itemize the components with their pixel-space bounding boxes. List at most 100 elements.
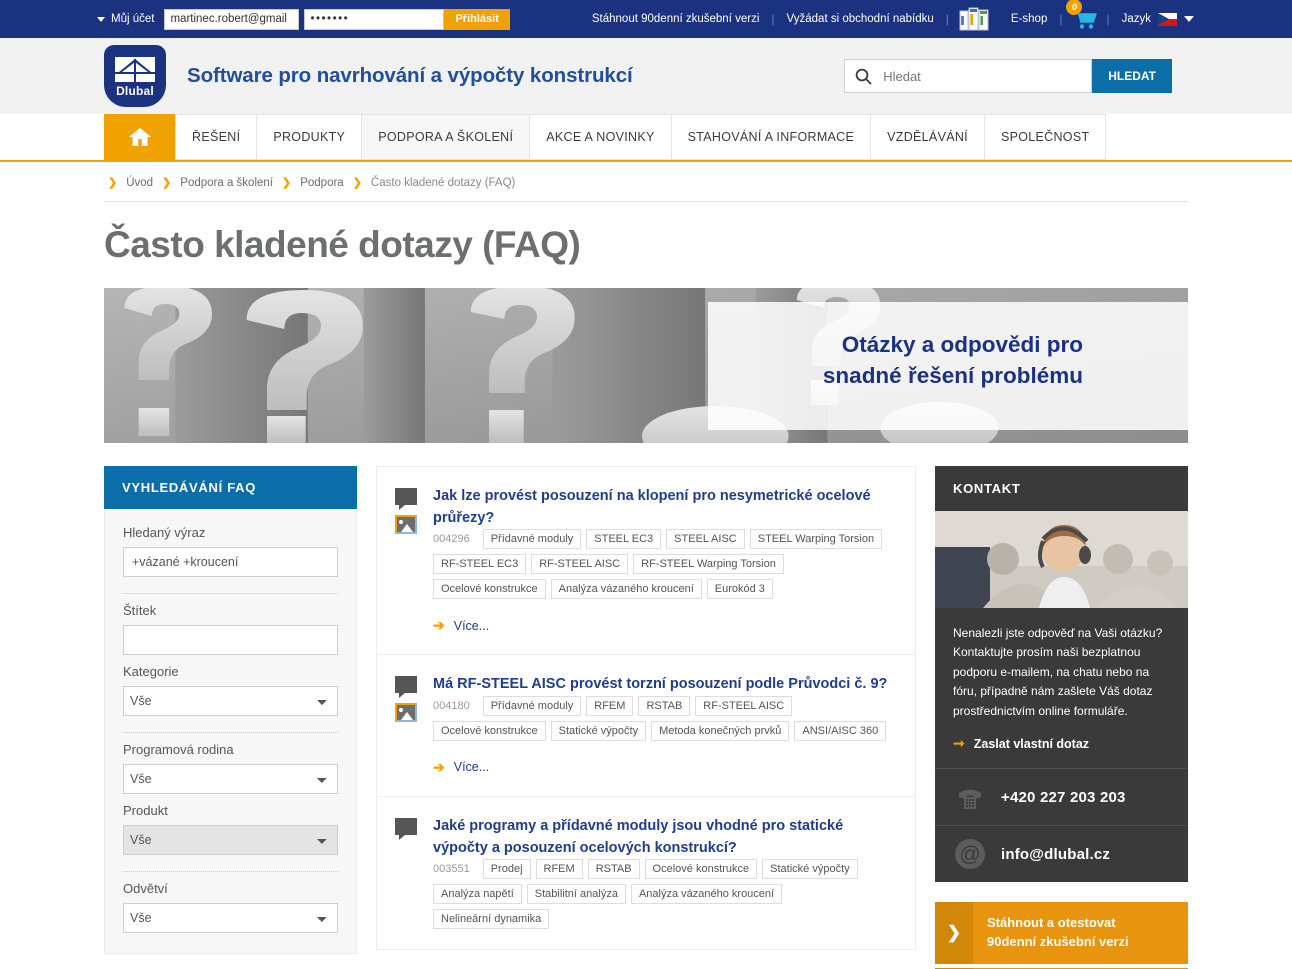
hero-banner: Otázky a odpovědi pro snadné řešení prob… xyxy=(104,288,1188,443)
faq-result-item: Jaké programy a přídavné moduly jsou vho… xyxy=(377,797,915,949)
field-label-4: Produkt xyxy=(123,803,338,818)
search-icon xyxy=(855,68,872,85)
faq-more-link[interactable]: ➔Více... xyxy=(433,617,895,634)
faq-tag[interactable]: RSTAB xyxy=(588,859,640,879)
faq-tag[interactable]: RSTAB xyxy=(638,696,690,716)
search-input[interactable] xyxy=(881,68,1071,85)
top-utility-bar: Můj účet Přihlásit Stáhnout 90denní zkuš… xyxy=(0,0,1292,38)
nav-list: ŘEŠENÍPRODUKTYPODPORA A ŠKOLENÍAKCE A NO… xyxy=(104,114,1106,160)
faq-tag[interactable]: Stabilitní analýza xyxy=(527,884,626,904)
email-field[interactable] xyxy=(164,9,299,30)
faq-tag[interactable]: Eurokód 3 xyxy=(707,579,773,599)
cta-line-2: 90denní zkušební verzi xyxy=(987,933,1129,952)
faq-tag[interactable]: RFEM xyxy=(586,696,633,716)
nav-item-3[interactable]: AKCE A NOVINKY xyxy=(529,114,670,160)
field-input-1[interactable] xyxy=(123,625,338,655)
faq-tag[interactable]: RF-STEEL AISC xyxy=(695,696,792,716)
nav-item-5[interactable]: VZDĚLÁVÁNÍ xyxy=(870,114,984,160)
faq-more-link[interactable]: ➔Více... xyxy=(433,759,895,776)
contact-panel-title: KONTAKT xyxy=(935,466,1188,511)
faq-tag[interactable]: RF-STEEL Warping Torsion xyxy=(633,554,784,574)
logo-badge: Dlubal xyxy=(104,45,166,107)
send-own-question-link[interactable]: ➞ Zaslat vlastní dotaz xyxy=(935,721,1188,769)
contact-phone-row[interactable]: +420 227 203 203 xyxy=(935,769,1188,826)
cta-line-1: Stáhnout a otestovat xyxy=(987,914,1129,933)
faq-tag[interactable]: STEEL Warping Torsion xyxy=(750,529,882,549)
faq-tag[interactable]: Statické výpočty xyxy=(551,721,646,741)
chevron-right-icon: ❯ xyxy=(935,902,973,964)
arrow-right-icon: ➞ xyxy=(953,735,965,752)
breadcrumb-item-0[interactable]: Úvod xyxy=(126,177,153,189)
support-agent-photo xyxy=(935,511,1188,608)
faq-tag[interactable]: Analýza napětí xyxy=(433,884,522,904)
nav-item-0[interactable]: ŘEŠENÍ xyxy=(175,114,256,160)
field-input-0[interactable] xyxy=(123,547,338,577)
cart-button[interactable]: 0 xyxy=(1062,8,1106,30)
faq-tag[interactable]: RF-STEEL EC3 xyxy=(433,554,526,574)
field-label-5: Odvětví xyxy=(123,881,338,896)
logo[interactable]: Dlubal Software pro navrhování a výpočty… xyxy=(104,45,633,107)
contact-email-value: info@dlubal.cz xyxy=(1001,846,1110,863)
faq-tag[interactable]: Přídavné moduly xyxy=(483,696,582,716)
product-boxes-icon[interactable] xyxy=(949,7,999,31)
faq-search-title: VYHLEDÁVÁNÍ FAQ xyxy=(104,466,357,509)
search-submit-button[interactable]: HLEDAT xyxy=(1092,59,1172,93)
login-button[interactable]: Přihlásit xyxy=(444,9,509,30)
nav-home-button[interactable] xyxy=(104,114,175,160)
breadcrumb-arrow-icon: ❯ xyxy=(108,176,117,189)
faq-tag[interactable]: Statické výpočty xyxy=(762,859,857,879)
faq-tag[interactable]: Analýza vázaného kroucení xyxy=(551,579,702,599)
nav-item-4[interactable]: STAHOVÁNÍ A INFORMACE xyxy=(671,114,871,160)
faq-search-fields: Hledaný výrazŠtítekKategorieVšeProgramov… xyxy=(104,509,357,954)
field-select-2[interactable]: Vše xyxy=(123,686,338,716)
faq-results-list: Jak lze provést posouzení na klopení pro… xyxy=(376,466,916,950)
language-label[interactable]: Jazyk xyxy=(1110,13,1151,25)
chevron-down-icon[interactable] xyxy=(97,17,105,22)
language-chevron-down-icon[interactable] xyxy=(1184,16,1194,22)
my-account-label[interactable]: Můj účet xyxy=(111,13,154,25)
faq-tag[interactable]: Ocelové konstrukce xyxy=(433,721,546,741)
faq-tag[interactable]: Metoda konečných prvků xyxy=(651,721,789,741)
faq-tag[interactable]: Ocelové konstrukce xyxy=(645,859,758,879)
speech-bubble-icon xyxy=(395,488,417,505)
hero-line-1: Otázky a odpovědi pro xyxy=(823,330,1083,361)
faq-tag[interactable]: RFEM xyxy=(536,859,583,879)
field-select-4[interactable]: Vše xyxy=(123,825,338,855)
top-links-group: Stáhnout 90denní zkušební verzi | Vyžáda… xyxy=(580,7,1194,31)
faq-tag[interactable]: STEEL AISC xyxy=(666,529,745,549)
faq-tag[interactable]: Prodej xyxy=(483,859,531,879)
download-trial-link[interactable]: Stáhnout 90denní zkušební verzi xyxy=(580,13,772,25)
faq-tag[interactable]: Nelineární dynamika xyxy=(433,909,549,929)
faq-item-body: Jaké programy a přídavné moduly jsou vho… xyxy=(433,815,895,929)
czech-flag-icon[interactable] xyxy=(1158,13,1177,26)
faq-tag[interactable]: ANSI/AISC 360 xyxy=(794,721,886,741)
faq-tag[interactable]: RF-STEEL AISC xyxy=(531,554,628,574)
request-quote-link[interactable]: Vyžádat si obchodní nabídku xyxy=(775,13,946,25)
faq-tag[interactable]: Přídavné moduly xyxy=(483,529,582,549)
faq-item-title[interactable]: Má RF-STEEL AISC provést torzní posouzen… xyxy=(433,676,887,692)
nav-item-6[interactable]: SPOLEČNOST xyxy=(984,114,1106,160)
breadcrumb-item-1[interactable]: Podpora a školení xyxy=(180,177,273,189)
breadcrumb-item-2[interactable]: Podpora xyxy=(300,177,343,189)
eshop-link[interactable]: E-shop xyxy=(999,13,1059,25)
field-select-5[interactable]: Vše xyxy=(123,903,338,933)
faq-tag[interactable]: Analýza vázaného kroucení xyxy=(631,884,782,904)
password-field[interactable] xyxy=(304,9,444,30)
faq-item-id: 004180 xyxy=(433,697,478,715)
cta-button-0[interactable]: ❯ Stáhnout a otestovat90denní zkušební ve… xyxy=(935,902,1188,964)
faq-item-title[interactable]: Jaké programy a přídavné moduly jsou vho… xyxy=(433,818,843,856)
nav-item-2[interactable]: PODPORA A ŠKOLENÍ xyxy=(361,114,529,160)
field-select-3[interactable]: Vše xyxy=(123,764,338,794)
nav-item-1[interactable]: PRODUKTY xyxy=(256,114,361,160)
faq-item-title[interactable]: Jak lze provést posouzení na klopení pro… xyxy=(433,488,871,526)
search-field-wrapper[interactable] xyxy=(844,59,1092,93)
phone-icon xyxy=(953,780,987,814)
site-tagline: Software pro navrhování a výpočty konstr… xyxy=(187,64,633,88)
faq-tag[interactable]: STEEL EC3 xyxy=(586,529,661,549)
breadcrumb: ❯Úvod❯Podpora a školení❯Podpora❯Často kl… xyxy=(104,162,1188,202)
faq-tag[interactable]: Ocelové konstrukce xyxy=(433,579,546,599)
faq-result-item: Má RF-STEEL AISC provést torzní posouzen… xyxy=(377,655,915,796)
bridge-icon xyxy=(115,57,155,82)
svg-text:@: @ xyxy=(959,843,980,866)
contact-email-row[interactable]: @ info@dlubal.cz xyxy=(935,826,1188,882)
